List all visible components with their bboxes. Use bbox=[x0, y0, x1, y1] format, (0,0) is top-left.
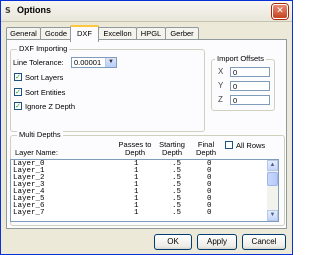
list-scrollbar[interactable]: ▲ ▼ bbox=[267, 160, 278, 221]
sort-entities-checkbox[interactable]: ✓ bbox=[14, 88, 22, 96]
title-bar[interactable]: S Options ✕ bbox=[1, 1, 292, 22]
all-rows-label: All Rows bbox=[236, 141, 266, 150]
passes-cell: 1 bbox=[134, 209, 139, 217]
all-rows-checkbox[interactable] bbox=[225, 141, 233, 149]
import-offsets-group: Import Offsets X 0 Y 0 Z 0 bbox=[211, 54, 275, 111]
ok-button[interactable]: OK bbox=[154, 234, 192, 250]
col-starting-line2: Depth bbox=[161, 148, 182, 157]
ignore-z-checkbox[interactable]: ✓ bbox=[14, 102, 22, 110]
tab-dxf[interactable]: DXF bbox=[70, 25, 99, 42]
app-icon: S bbox=[5, 6, 11, 15]
dxf-importing-legend: DXF Importing bbox=[17, 44, 70, 53]
table-row[interactable]: Layer_7 1 .5 0 bbox=[11, 209, 266, 217]
col-final-line2: Depth bbox=[195, 148, 216, 157]
scroll-down-button[interactable]: ▼ bbox=[267, 210, 278, 221]
dxf-tab-panel: DXF Importing Line Tolerance: 0.00001 ▼ … bbox=[6, 39, 287, 229]
scroll-down-icon: ▼ bbox=[269, 212, 276, 218]
window-title: Options bbox=[17, 5, 51, 15]
scroll-up-button[interactable]: ▲ bbox=[267, 160, 278, 171]
options-dialog: S Options ✕ General Gcode DXF Excellon H… bbox=[0, 0, 293, 255]
scroll-thumb[interactable] bbox=[267, 172, 278, 186]
sort-layers-label: Sort Layers bbox=[25, 73, 64, 82]
sort-entities-label: Sort Entities bbox=[25, 88, 66, 97]
check-icon: ✓ bbox=[15, 73, 21, 81]
line-tolerance-label: Line Tolerance: bbox=[13, 58, 64, 67]
cancel-button[interactable]: Cancel bbox=[242, 234, 286, 250]
offset-x-label: X bbox=[218, 67, 224, 76]
apply-button[interactable]: Apply bbox=[197, 234, 237, 250]
check-icon: ✓ bbox=[15, 88, 21, 96]
layer-name-cell: Layer_7 bbox=[13, 209, 45, 217]
chevron-down-icon[interactable]: ▼ bbox=[105, 58, 116, 67]
col-passes-line2: Depth bbox=[124, 148, 145, 157]
final-depth-cell: 0 bbox=[207, 209, 212, 217]
offset-y-label: Y bbox=[218, 81, 224, 90]
start-depth-cell: .5 bbox=[172, 209, 182, 217]
ignore-z-label: Ignore Z Depth bbox=[25, 102, 76, 111]
offset-z-input[interactable]: 0 bbox=[230, 95, 270, 105]
check-icon: ✓ bbox=[15, 102, 21, 110]
import-offsets-legend: Import Offsets bbox=[215, 54, 266, 63]
sort-layers-checkbox[interactable]: ✓ bbox=[14, 73, 22, 81]
dxf-importing-group: DXF Importing Line Tolerance: 0.00001 ▼ … bbox=[10, 44, 205, 132]
scroll-up-icon: ▲ bbox=[269, 162, 276, 168]
line-tolerance-dropdown[interactable]: 0.00001 ▼ bbox=[71, 57, 117, 68]
line-tolerance-value: 0.00001 bbox=[74, 58, 102, 67]
multi-depths-legend: Multi Depths bbox=[17, 130, 63, 139]
offset-y-input[interactable]: 0 bbox=[230, 81, 270, 91]
offset-x-input[interactable]: 0 bbox=[230, 67, 270, 77]
close-icon: ✕ bbox=[276, 6, 284, 16]
offset-z-label: Z bbox=[218, 95, 223, 104]
col-layer-name: Layer Name: bbox=[15, 148, 58, 157]
multi-depths-list[interactable]: Layer_0 1 .5 0 Layer_1 1 .5 0 Layer_2 1 … bbox=[10, 159, 279, 222]
close-button[interactable]: ✕ bbox=[272, 4, 288, 19]
